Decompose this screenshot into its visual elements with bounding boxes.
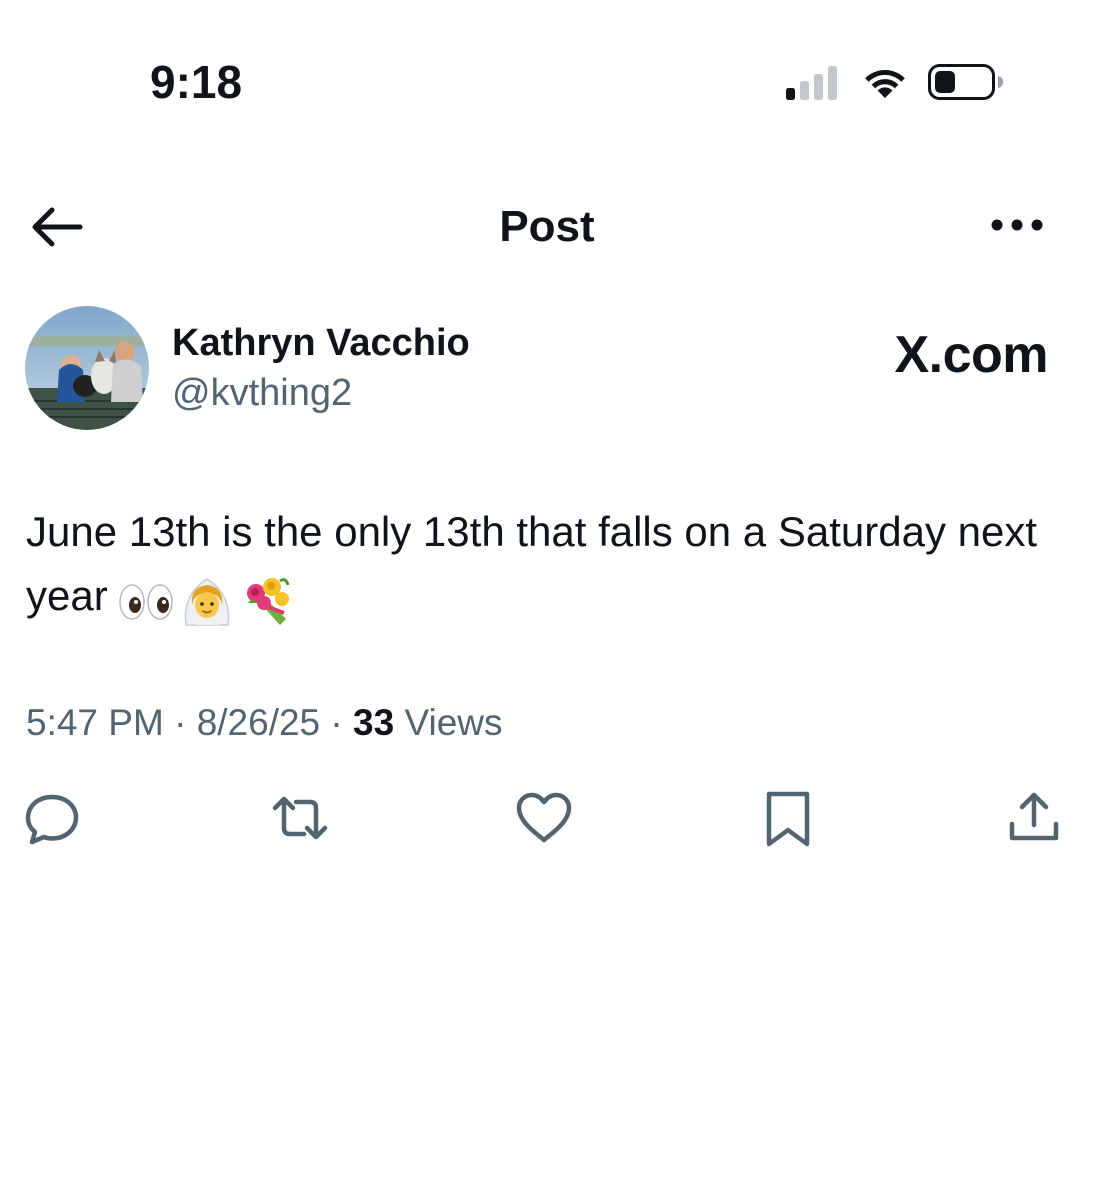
repost-icon: [272, 796, 328, 840]
source-watermark: X.com: [894, 326, 1048, 384]
cellular-signal-icon: [786, 66, 837, 100]
post-time: 5:47 PM: [26, 702, 164, 743]
bookmark-icon: [766, 791, 810, 847]
share-button[interactable]: [1004, 788, 1064, 848]
reply-button[interactable]: [22, 788, 82, 848]
bookmark-button[interactable]: [758, 788, 818, 848]
wifi-icon: [865, 69, 905, 98]
repost-button[interactable]: [270, 788, 330, 848]
post-text: June 13th is the only 13th that falls on…: [26, 500, 1076, 631]
avatar[interactable]: [25, 306, 149, 430]
reply-icon: [25, 794, 79, 845]
page-title: Post: [499, 202, 595, 251]
views-label[interactable]: Views: [404, 702, 502, 743]
more-horizontal-icon[interactable]: [988, 210, 1046, 240]
meta-separator: ·: [174, 702, 187, 743]
eyes-emoji: [118, 584, 173, 620]
share-icon: [1009, 792, 1059, 841]
battery-icon: [928, 64, 1003, 100]
emoji-row: [118, 567, 304, 631]
author-handle[interactable]: @kvthing2: [172, 370, 352, 416]
post-date: 8/26/25: [196, 702, 321, 743]
meta-separator: ·: [330, 702, 343, 743]
views-count[interactable]: 33: [353, 702, 394, 743]
like-button[interactable]: [514, 788, 574, 848]
heart-icon: [516, 792, 572, 843]
post-meta: 5:47 PM · 8/26/25 · 33 Views: [26, 700, 503, 746]
status-time: 9:18: [150, 56, 243, 108]
bride-emoji: [184, 577, 229, 626]
author-name[interactable]: Kathryn Vacchio: [172, 320, 470, 366]
bouquet-emoji: [246, 577, 290, 625]
